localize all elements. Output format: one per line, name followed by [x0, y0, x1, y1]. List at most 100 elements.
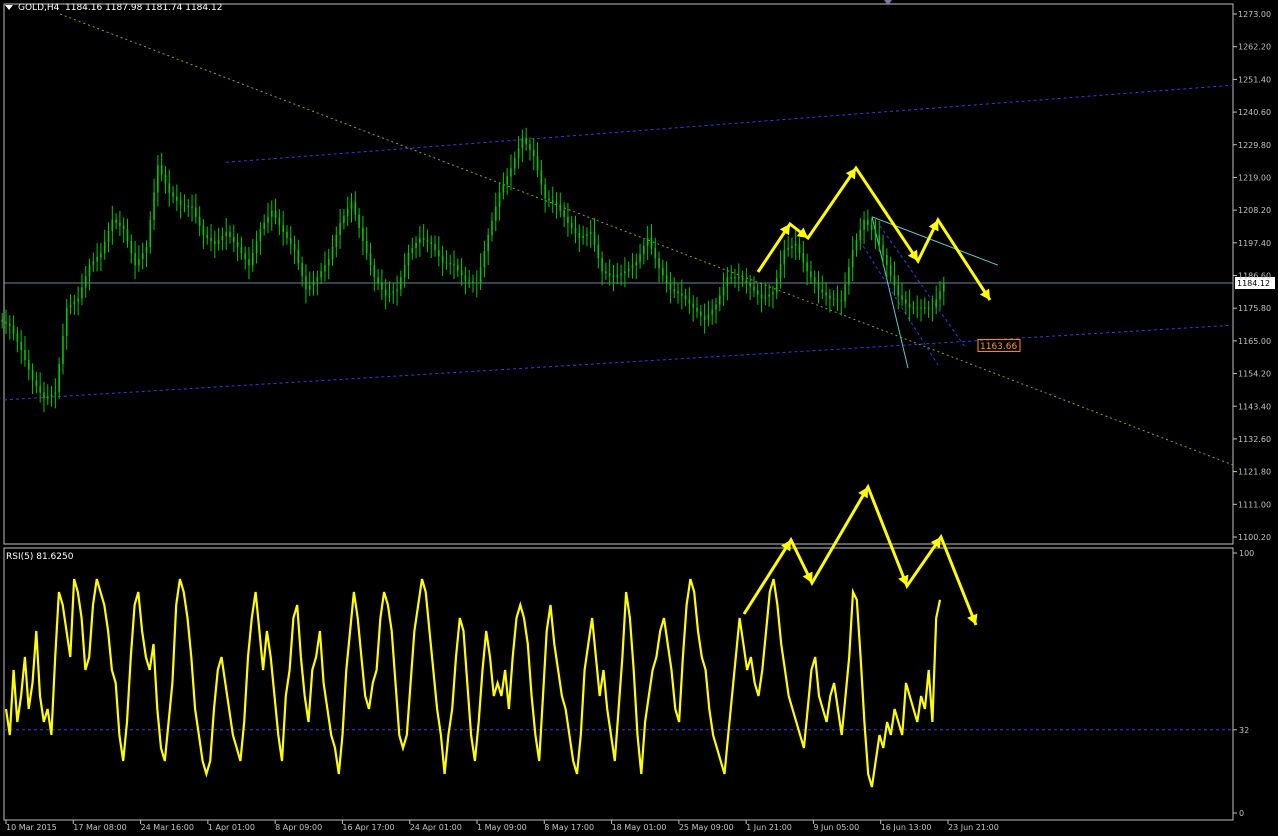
candle-body: [381, 283, 383, 290]
candle-body: [422, 237, 425, 240]
candle-body: [673, 289, 676, 292]
candle-body: [703, 315, 706, 320]
candle-body: [168, 183, 171, 193]
candle-body: [646, 237, 649, 247]
candle-body: [217, 239, 220, 245]
candle-body: [122, 225, 125, 229]
candle-body: [324, 265, 326, 272]
candle-body: [779, 264, 782, 279]
candle-body: [844, 284, 846, 302]
candle-body: [365, 240, 368, 254]
candle-body: [145, 247, 148, 254]
candle-body: [373, 265, 376, 278]
candle-body: [798, 244, 801, 254]
candle-body: [77, 298, 79, 302]
candle-body: [270, 210, 273, 217]
candle-body: [882, 245, 884, 256]
y-tick-label: 1262.20: [1238, 43, 1271, 52]
candle-body: [229, 231, 231, 237]
candle-body: [176, 196, 178, 201]
candle-body: [134, 253, 136, 266]
candle-body: [225, 231, 228, 236]
candle-body: [191, 206, 193, 208]
symbol-label: GOLD,H4: [18, 3, 60, 13]
chart-window[interactable]: 1184.12 1163.66 1273.00 1262.20 1251.40 1240…: [0, 0, 1278, 832]
candle-body: [107, 230, 110, 243]
chart-canvas[interactable]: 1184.121163.66 1273.001262.201251.401240…: [0, 0, 1278, 832]
candle-body: [130, 240, 133, 254]
candle-body: [31, 370, 34, 381]
candle-body: [286, 231, 288, 238]
y-tick-label: 1240.60: [1238, 108, 1271, 117]
candle-body: [745, 280, 748, 284]
y-tick-label: 1197.40: [1238, 239, 1271, 248]
x-tick-label: 10 Mar 2015: [6, 823, 57, 832]
candle-body: [233, 236, 235, 243]
candle-body: [631, 265, 634, 269]
candle-body: [775, 278, 778, 293]
candle-body: [532, 150, 535, 157]
candle-body: [734, 277, 736, 279]
candle-body: [616, 275, 619, 278]
candle-body: [624, 271, 626, 274]
candle-body: [297, 250, 300, 264]
y-tick-label: 1251.40: [1238, 75, 1271, 84]
candle-body: [749, 283, 751, 287]
candle-body: [620, 273, 622, 276]
candle-body: [905, 299, 907, 304]
candle-body: [696, 307, 698, 312]
candle-body: [559, 204, 562, 211]
candle-body: [737, 277, 740, 279]
candle-body: [339, 222, 341, 235]
candle-body: [274, 210, 277, 218]
candle-body: [483, 251, 486, 268]
candle-body: [198, 216, 201, 226]
candle-body: [810, 271, 812, 278]
candle-body: [924, 307, 926, 309]
candle-body: [506, 176, 508, 185]
candle-body: [236, 242, 239, 248]
candle-body: [870, 224, 873, 230]
candle-body: [320, 271, 322, 278]
candle-body: [100, 253, 102, 258]
candle-body: [912, 307, 915, 309]
candle-body: [126, 228, 129, 241]
candle-body: [825, 292, 827, 296]
candle-body: [677, 291, 679, 294]
candle-body: [164, 174, 167, 184]
candle-body: [920, 307, 922, 309]
candle-body: [688, 299, 691, 304]
candle-body: [221, 235, 224, 240]
candle-body: [684, 295, 687, 300]
candle-body: [502, 184, 505, 193]
candle-body: [760, 294, 763, 299]
candle-body: [267, 216, 269, 223]
candle-body: [927, 307, 930, 309]
x-tick-label: 9 Jun 05:00: [813, 823, 859, 832]
candle-body: [806, 262, 808, 272]
candle-body: [536, 156, 539, 171]
candle-body: [802, 253, 805, 263]
candle-body: [916, 307, 919, 309]
x-tick-label: 8 Apr 09:00: [275, 823, 322, 832]
candle-body: [597, 245, 600, 259]
candle-body: [840, 300, 843, 302]
candle-body: [753, 286, 755, 291]
candle-body: [16, 333, 19, 342]
candle-body: [650, 237, 653, 249]
candle-body: [96, 257, 98, 262]
candle-body: [510, 168, 512, 177]
candle-body: [681, 293, 683, 296]
candle-body: [711, 309, 713, 315]
candle-body: [316, 277, 319, 282]
candle-body: [464, 275, 467, 281]
candle-body: [529, 144, 531, 151]
candle-body: [138, 259, 140, 266]
candle-body: [331, 247, 334, 260]
candle-body: [426, 239, 429, 243]
candle-body: [897, 285, 900, 296]
candle-body: [430, 242, 433, 245]
candle-body: [153, 192, 155, 220]
x-tick-label: 24 Apr 01:00: [410, 823, 462, 832]
candle-body: [12, 325, 15, 334]
